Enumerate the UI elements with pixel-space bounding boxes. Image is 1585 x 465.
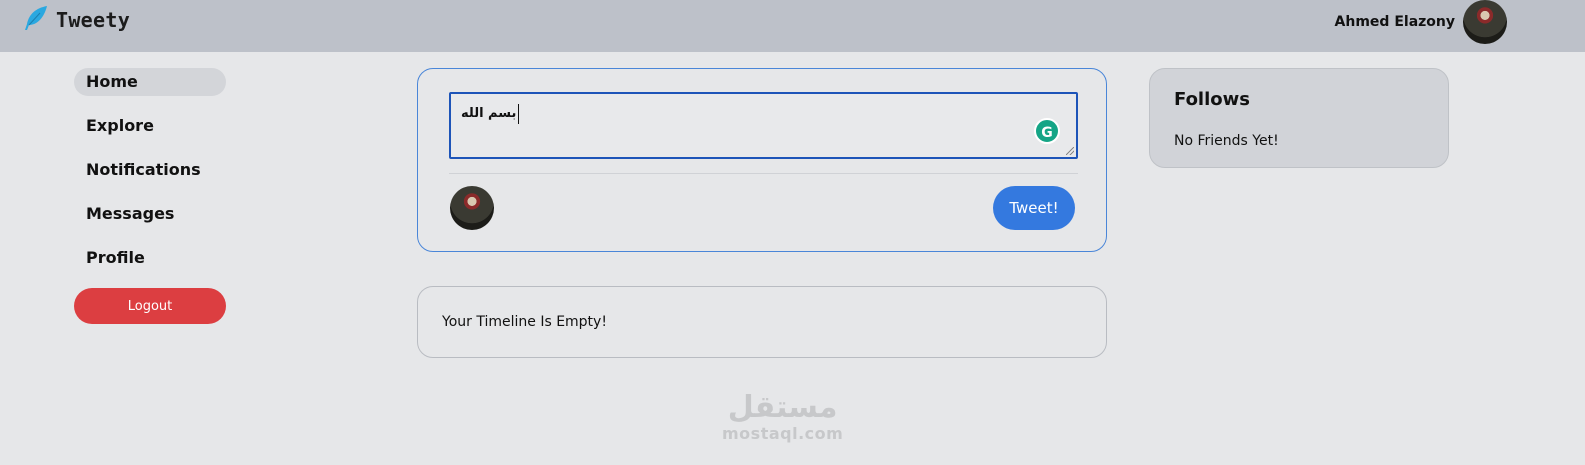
watermark-latin: mostaql.com: [722, 424, 844, 443]
top-navbar: Tweety Ahmed Elazony: [0, 0, 1585, 52]
sidebar-item-messages[interactable]: Messages: [74, 200, 226, 228]
divider: [449, 173, 1078, 174]
tweet-button[interactable]: Tweet!: [993, 186, 1075, 230]
resize-handle-icon[interactable]: [1066, 147, 1074, 155]
feather-icon: [22, 4, 50, 36]
sidebar-item-home[interactable]: Home: [74, 68, 226, 96]
follows-title: Follows: [1174, 89, 1250, 110]
sidebar-item-notifications[interactable]: Notifications: [74, 156, 226, 184]
user-name: Ahmed Elazony: [1334, 14, 1455, 30]
sidebar: Home Explore Notifications Messages Prof…: [74, 68, 226, 324]
brand-name: Tweety: [56, 8, 131, 32]
watermark: مستقل mostaql.com: [722, 392, 843, 444]
text-caret: [518, 104, 519, 124]
logout-button[interactable]: Logout: [74, 288, 226, 324]
follows-panel: Follows No Friends Yet!: [1149, 68, 1449, 168]
timeline-empty-message: Your Timeline Is Empty!: [442, 314, 607, 330]
tweet-composer: بسم الله G Tweet!: [417, 68, 1107, 252]
brand[interactable]: Tweety: [22, 4, 130, 36]
follows-empty-message: No Friends Yet!: [1174, 133, 1279, 149]
watermark-arabic: مستقل: [727, 390, 838, 425]
avatar[interactable]: [1463, 0, 1507, 44]
grammarly-icon[interactable]: G: [1034, 118, 1060, 144]
sidebar-item-explore[interactable]: Explore: [74, 112, 226, 140]
tweet-input-text: بسم الله: [461, 106, 517, 121]
user-menu[interactable]: Ahmed Elazony: [1335, 0, 1507, 44]
sidebar-item-profile[interactable]: Profile: [74, 244, 226, 272]
composer-avatar: [450, 186, 494, 230]
tweet-input[interactable]: بسم الله G: [449, 92, 1078, 159]
timeline: Your Timeline Is Empty!: [417, 286, 1107, 358]
